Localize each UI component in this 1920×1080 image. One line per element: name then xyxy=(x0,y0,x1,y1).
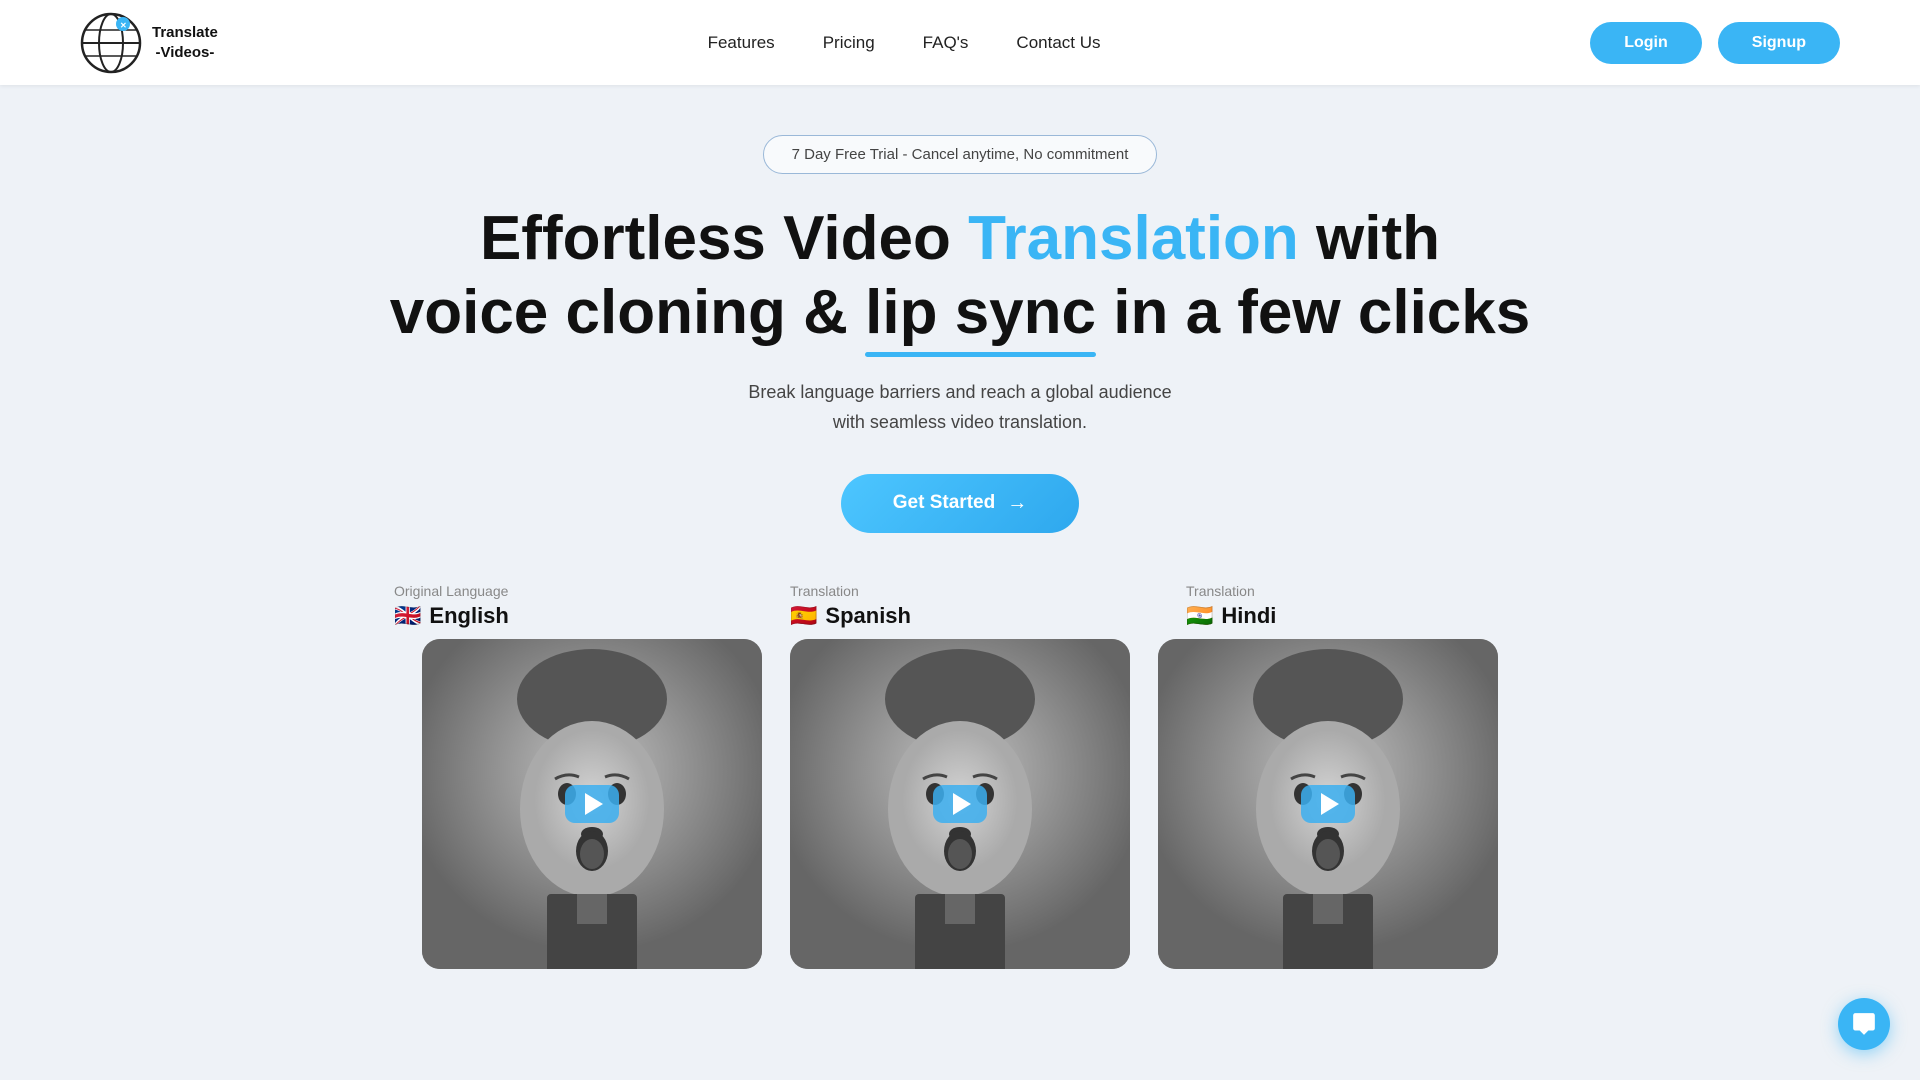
language-1: Spanish xyxy=(825,603,911,629)
demo-lang-0: 🇬🇧 English xyxy=(394,603,734,629)
demo-videos xyxy=(380,639,1540,969)
demo-video-card-1[interactable] xyxy=(790,639,1130,969)
demo-video-card-0[interactable] xyxy=(422,639,762,969)
logo[interactable]: ✕ Translate -Videos- xyxy=(80,12,218,74)
play-icon-1 xyxy=(953,793,971,815)
site-header: ✕ Translate -Videos- Features Pricing FA… xyxy=(0,0,1920,85)
main-nav: Features Pricing FAQ's Contact Us xyxy=(708,33,1101,53)
trial-badge: 7 Day Free Trial - Cancel anytime, No co… xyxy=(763,135,1158,174)
play-icon-2 xyxy=(1321,793,1339,815)
nav-contact[interactable]: Contact Us xyxy=(1016,33,1100,53)
flag-0: 🇬🇧 xyxy=(394,603,421,629)
hero-subtitle: Break language barriers and reach a glob… xyxy=(748,377,1171,438)
play-button-1[interactable] xyxy=(933,785,987,823)
login-button[interactable]: Login xyxy=(1590,22,1702,64)
demo-label-title-1: Translation xyxy=(790,583,1130,599)
arrow-icon: → xyxy=(1007,492,1027,515)
demo-section: Original Language 🇬🇧 English Translation… xyxy=(380,583,1540,969)
demo-label-title-2: Translation xyxy=(1186,583,1526,599)
demo-label-2: Translation 🇮🇳 Hindi xyxy=(1186,583,1526,629)
chat-icon xyxy=(1851,1011,1877,1037)
hero-title: Effortless Video Translation with voice … xyxy=(390,202,1531,351)
nav-pricing[interactable]: Pricing xyxy=(823,33,875,53)
demo-video-card-2[interactable] xyxy=(1158,639,1498,969)
header-actions: Login Signup xyxy=(1590,22,1840,64)
flag-2: 🇮🇳 xyxy=(1186,603,1213,629)
video-thumbnail-1 xyxy=(790,639,1130,969)
demo-lang-1: 🇪🇸 Spanish xyxy=(790,603,1130,629)
demo-lang-2: 🇮🇳 Hindi xyxy=(1186,603,1526,629)
nav-features[interactable]: Features xyxy=(708,33,775,53)
video-thumbnail-0 xyxy=(422,639,762,969)
signup-button[interactable]: Signup xyxy=(1718,22,1840,64)
language-0: English xyxy=(429,603,508,629)
logo-icon: ✕ xyxy=(80,12,142,74)
play-button-2[interactable] xyxy=(1301,785,1355,823)
video-thumbnail-2 xyxy=(1158,639,1498,969)
nav-faqs[interactable]: FAQ's xyxy=(923,33,969,53)
play-icon-0 xyxy=(585,793,603,815)
get-started-button[interactable]: Get Started → xyxy=(841,474,1079,533)
chat-bubble[interactable] xyxy=(1838,998,1890,1050)
svg-text:✕: ✕ xyxy=(120,21,127,30)
logo-text: Translate -Videos- xyxy=(152,23,218,62)
language-2: Hindi xyxy=(1221,603,1276,629)
demo-labels: Original Language 🇬🇧 English Translation… xyxy=(380,583,1540,629)
demo-label-1: Translation 🇪🇸 Spanish xyxy=(790,583,1130,629)
flag-1: 🇪🇸 xyxy=(790,603,817,629)
play-button-0[interactable] xyxy=(565,785,619,823)
hero-section: 7 Day Free Trial - Cancel anytime, No co… xyxy=(0,85,1920,969)
demo-label-0: Original Language 🇬🇧 English xyxy=(394,583,734,629)
demo-label-title-0: Original Language xyxy=(394,583,734,599)
